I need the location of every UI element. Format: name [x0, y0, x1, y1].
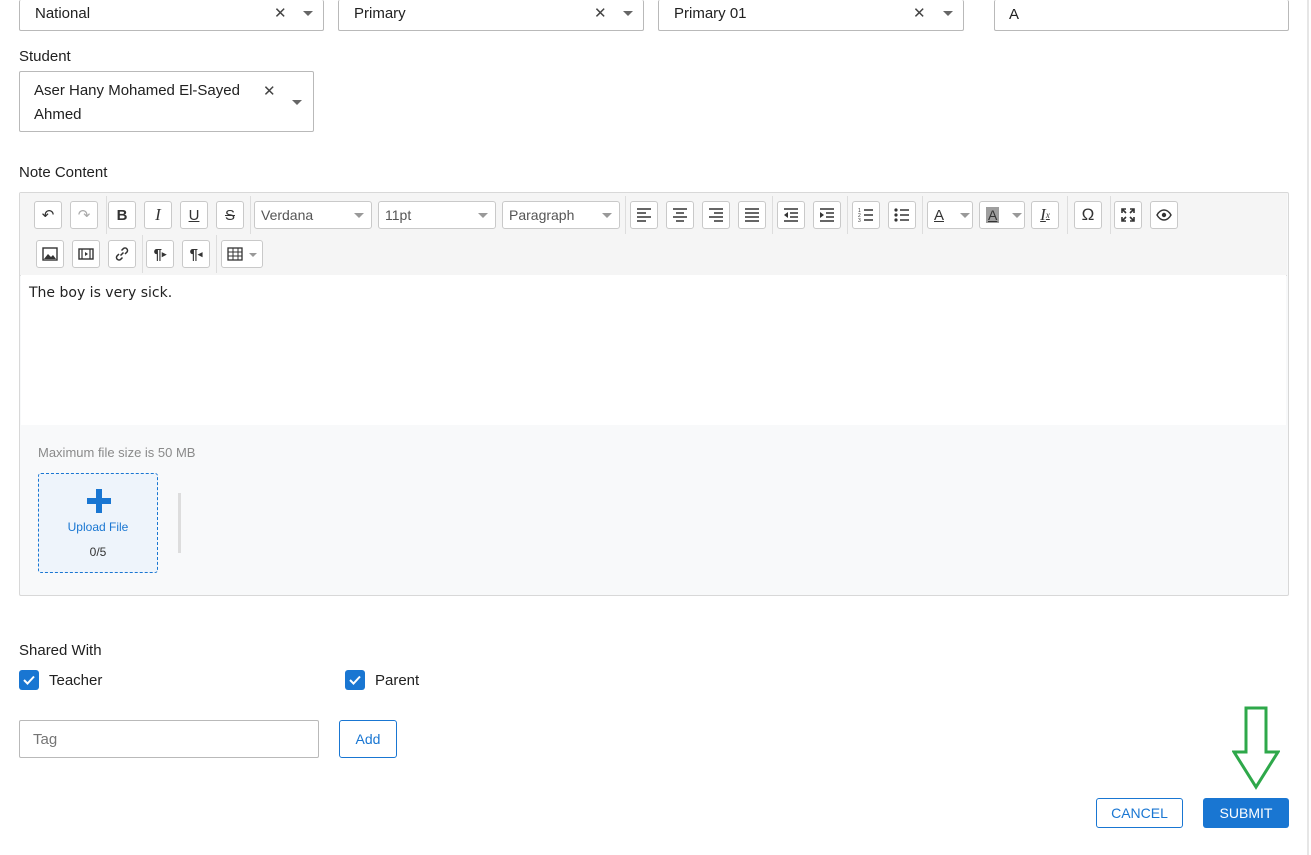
- chevron-down-icon[interactable]: [623, 11, 633, 16]
- preview-icon[interactable]: [1150, 201, 1178, 229]
- page-scrollbar[interactable]: [1307, 0, 1309, 855]
- max-file-size-text: Maximum file size is 50 MB: [38, 445, 196, 460]
- tag-input[interactable]: [19, 720, 319, 758]
- chevron-down-icon[interactable]: [292, 100, 302, 105]
- chevron-down-icon: [960, 213, 970, 218]
- video-icon[interactable]: [72, 240, 100, 268]
- teacher-checkbox[interactable]: [19, 670, 39, 690]
- clear-icon[interactable]: ✕: [594, 4, 607, 22]
- upload-file-button[interactable]: Upload File 0/5: [38, 473, 158, 573]
- special-char-icon[interactable]: Ω: [1074, 201, 1102, 229]
- rtl-icon[interactable]: ¶ ◂: [182, 240, 210, 268]
- class-field-value: A: [1009, 6, 1020, 23]
- chevron-down-icon: [354, 213, 364, 218]
- chevron-down-icon: [249, 253, 257, 257]
- align-justify-icon[interactable]: [738, 201, 766, 229]
- curriculum-select[interactable]: National ✕: [19, 0, 324, 31]
- add-tag-button[interactable]: Add: [339, 720, 397, 758]
- chevron-down-icon: [1012, 213, 1022, 218]
- check-icon: [349, 675, 361, 685]
- indent-icon[interactable]: [813, 201, 841, 229]
- clear-icon[interactable]: ✕: [263, 82, 276, 100]
- check-icon: [23, 675, 35, 685]
- chevron-down-icon: [478, 213, 488, 218]
- toolbar-divider: [1110, 196, 1111, 234]
- editor-text: The boy is very sick.: [29, 285, 173, 301]
- arrow-down-icon: [1232, 706, 1280, 790]
- font-family-select[interactable]: Verdana: [254, 201, 372, 229]
- fullscreen-icon[interactable]: [1114, 201, 1142, 229]
- clear-icon[interactable]: ✕: [913, 4, 926, 22]
- student-label: Student: [19, 48, 71, 65]
- bold-icon[interactable]: B: [108, 201, 136, 229]
- clear-icon[interactable]: ✕: [274, 4, 287, 22]
- submit-button[interactable]: SUBMIT: [1203, 798, 1289, 828]
- toolbar-divider: [250, 196, 251, 234]
- link-icon[interactable]: [108, 240, 136, 268]
- chevron-down-icon[interactable]: [303, 11, 313, 16]
- stage-select-value: Primary: [354, 5, 406, 22]
- align-right-icon[interactable]: [702, 201, 730, 229]
- text-color-icon[interactable]: A: [927, 201, 973, 229]
- cancel-button[interactable]: CANCEL: [1096, 798, 1183, 828]
- italic-icon[interactable]: I: [144, 201, 172, 229]
- grade-select-value: Primary 01: [674, 5, 747, 22]
- grade-select[interactable]: Primary 01 ✕: [658, 0, 964, 31]
- editor-content-area[interactable]: The boy is very sick.: [21, 275, 1286, 425]
- toolbar-divider: [922, 196, 923, 234]
- font-size-value: 11pt: [385, 207, 412, 223]
- chevron-down-icon: [602, 213, 612, 218]
- table-icon[interactable]: [221, 240, 263, 268]
- ltr-icon[interactable]: ¶ ▸: [146, 240, 174, 268]
- student-select-value-line2: Ahmed: [34, 106, 82, 123]
- shared-with-label: Shared With: [19, 642, 102, 659]
- parent-label: Parent: [375, 672, 420, 689]
- font-family-value: Verdana: [261, 207, 314, 223]
- student-select-value-line1: Aser Hany Mohamed El-Sayed: [34, 82, 240, 99]
- upload-file-label: Upload File: [67, 520, 129, 534]
- svg-text:3: 3: [858, 218, 861, 222]
- class-field[interactable]: A: [994, 0, 1289, 31]
- rich-text-editor: ↶ ↷ B I U S Verdana 11pt Paragraph 1 2 3…: [19, 192, 1289, 596]
- highlight-color-icon[interactable]: A: [979, 201, 1025, 229]
- outdent-icon[interactable]: [777, 201, 805, 229]
- toolbar-divider: [1067, 196, 1068, 234]
- student-select[interactable]: Aser Hany Mohamed El-Sayed Ahmed ✕: [19, 71, 314, 132]
- bullet-list-icon[interactable]: [888, 201, 916, 229]
- upload-divider: [178, 493, 181, 553]
- underline-icon[interactable]: U: [180, 201, 208, 229]
- block-format-select[interactable]: Paragraph: [502, 201, 620, 229]
- toolbar-divider: [847, 196, 848, 234]
- align-center-icon[interactable]: [666, 201, 694, 229]
- chevron-down-icon[interactable]: [943, 11, 953, 16]
- font-size-select[interactable]: 11pt: [378, 201, 496, 229]
- toolbar-divider: [772, 196, 773, 234]
- toolbar-divider: [106, 196, 107, 234]
- toolbar-divider: [142, 235, 143, 273]
- parent-checkbox[interactable]: [345, 670, 365, 690]
- undo-icon[interactable]: ↶: [34, 201, 62, 229]
- toolbar-divider: [216, 235, 217, 273]
- note-content-label: Note Content: [19, 164, 108, 181]
- image-icon[interactable]: [36, 240, 64, 268]
- align-left-icon[interactable]: [630, 201, 658, 229]
- stage-select[interactable]: Primary ✕: [338, 0, 644, 31]
- upload-count: 0/5: [89, 545, 107, 559]
- curriculum-select-value: National: [35, 5, 91, 22]
- block-format-value: Paragraph: [509, 207, 575, 223]
- plus-icon: [87, 489, 111, 513]
- clear-format-icon[interactable]: Ix: [1031, 201, 1059, 229]
- strikethrough-icon[interactable]: S: [216, 201, 244, 229]
- editor-toolbar: ↶ ↷ B I U S Verdana 11pt Paragraph 1 2 3…: [20, 193, 1287, 276]
- redo-icon[interactable]: ↷: [70, 201, 98, 229]
- teacher-label: Teacher: [49, 672, 103, 689]
- numbered-list-icon[interactable]: 123: [852, 201, 880, 229]
- toolbar-divider: [625, 196, 626, 234]
